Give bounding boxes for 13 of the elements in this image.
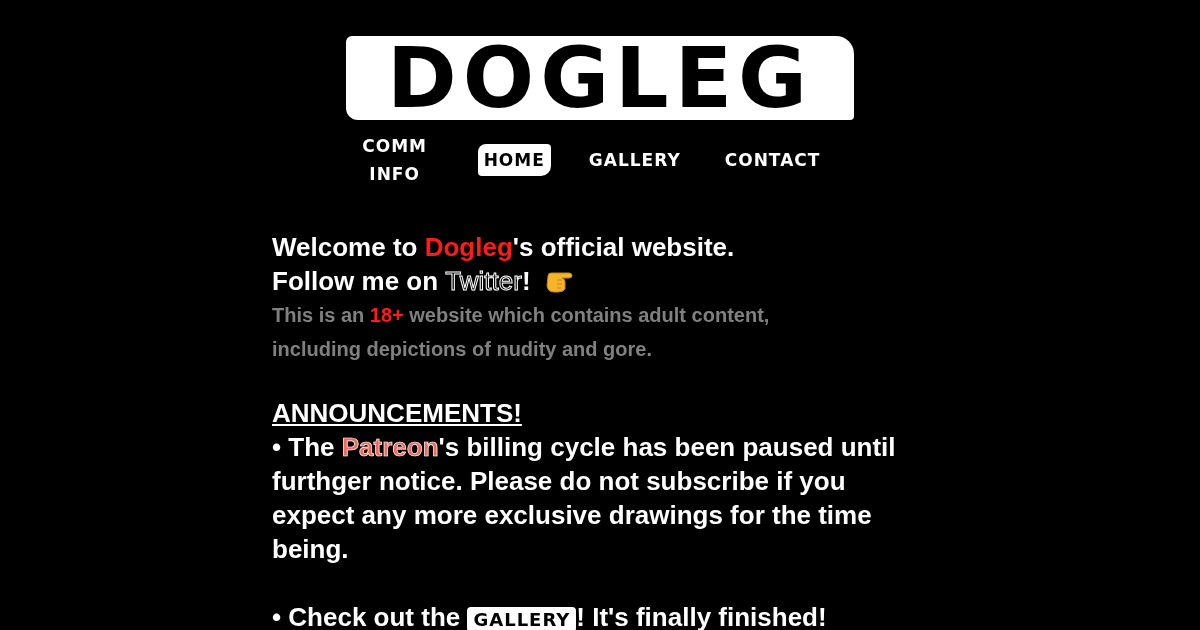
welcome-text: Welcome to Dogleg's official website. (272, 231, 736, 264)
nav-link[interactable]: COMM INFO (343, 130, 446, 190)
nav-link[interactable]: CONTACT (718, 144, 827, 176)
announcement-text: • The Patreon's billing cycle has been paused until furthger notice. Please do not subscribe if you expect any more exclusive drawings for the time being. (272, 431, 897, 566)
gallery-link[interactable]: GALLERY (467, 607, 577, 630)
announcements-heading: ANNOUNCEMENTS! (272, 397, 523, 430)
content-warning: This is an 18+ website which contains adult content, including depictions of nudity and gore. (272, 303, 771, 362)
nav-link[interactable]: HOME (477, 144, 551, 176)
patreon-link[interactable]: Patreon (341, 432, 439, 462)
nav-link[interactable]: GALLERY (582, 144, 687, 176)
site-logo[interactable]: DOGLEG (346, 36, 854, 120)
follow-text: Follow me on Twitter! (272, 265, 531, 298)
twitter-link[interactable]: Twitter (445, 266, 522, 296)
